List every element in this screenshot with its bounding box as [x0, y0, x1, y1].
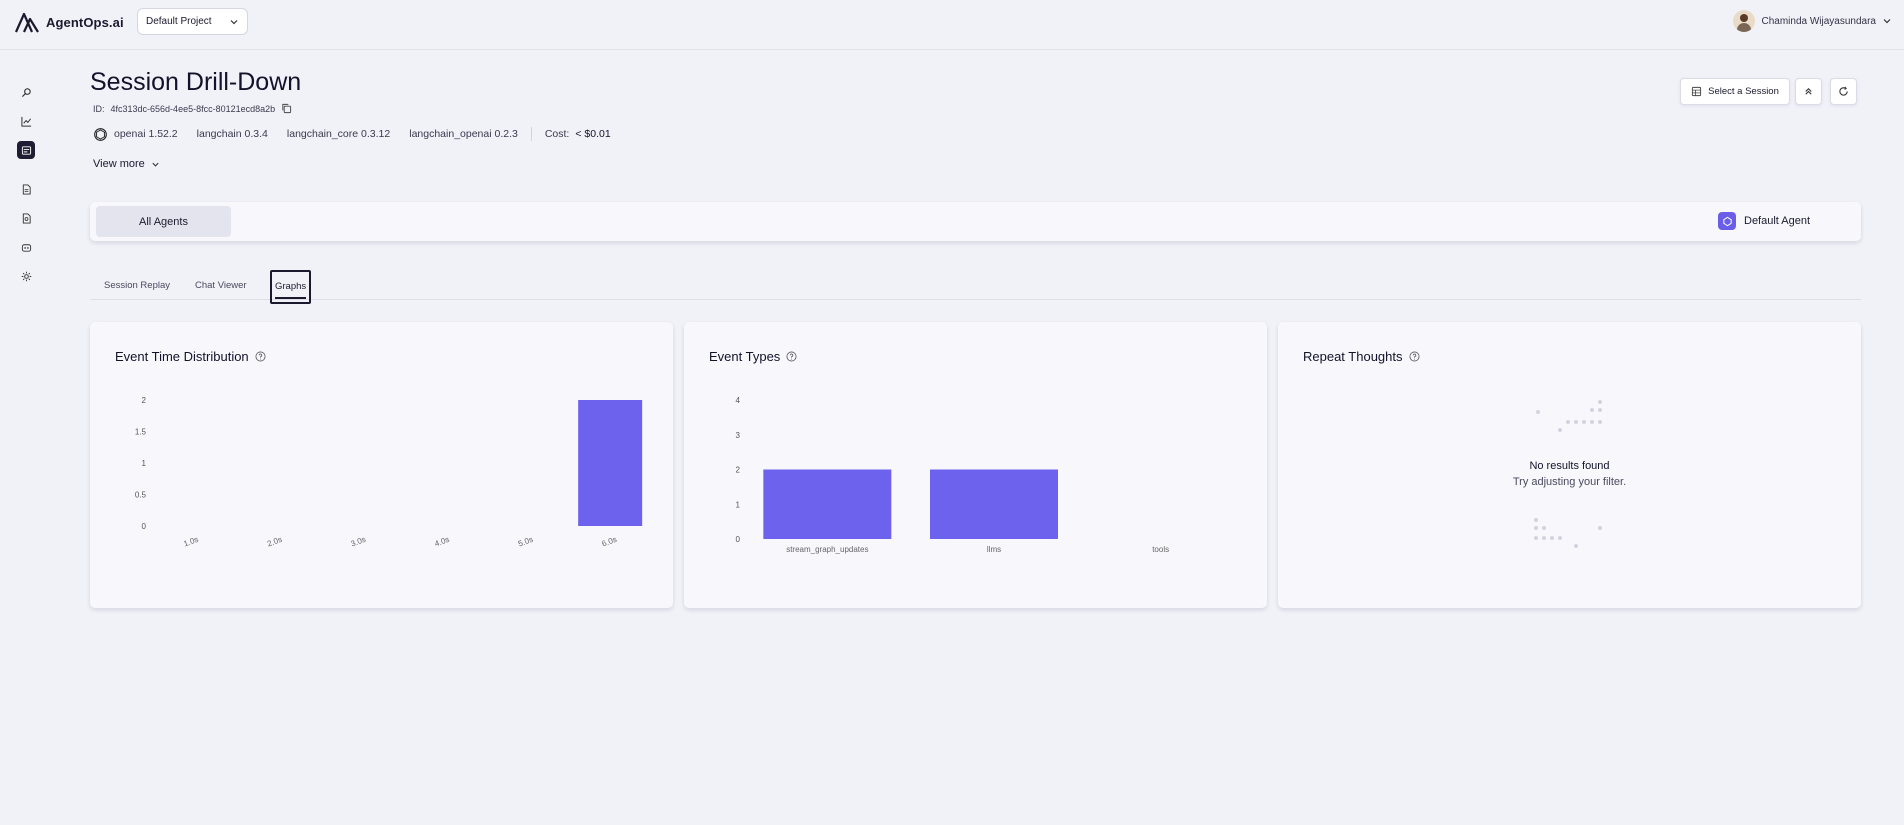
- sidebar-item-analytics[interactable]: [17, 112, 35, 130]
- x-tick-label: 5.0s: [517, 535, 534, 549]
- tab-chat-viewer[interactable]: Chat Viewer: [195, 280, 247, 291]
- avatar: [1733, 10, 1756, 32]
- y-tick-label: 1: [142, 459, 147, 468]
- cost-label: Cost:: [544, 128, 570, 140]
- top-bar: AgentOps.ai Default Project Chaminda Wij…: [0, 0, 1904, 50]
- package-openai: openai 1.52.2: [114, 128, 178, 140]
- view-more-toggle[interactable]: View more: [93, 158, 160, 170]
- event-time-distribution-card: Event Time Distribution 0 0.5 1 1.5 2 1.0s 2.0…: [90, 322, 673, 608]
- logo[interactable]: AgentOps.ai: [14, 10, 124, 34]
- bar[interactable]: [930, 469, 1058, 540]
- sidebar-item-agents[interactable]: [17, 238, 35, 256]
- event-types-chart: 0 1 2 3 4 stream_graph_updates llms tools: [736, 396, 1170, 554]
- repeat-thoughts-card: Repeat Thoughts No results found Try adj…: [1278, 322, 1861, 608]
- chevron-down-icon: [152, 162, 159, 167]
- divider: [530, 127, 532, 141]
- table-icon: [1692, 86, 1702, 97]
- logo-text: AgentOps.ai: [46, 14, 124, 30]
- project-select[interactable]: Default Project: [137, 8, 248, 35]
- document-search-icon: [22, 212, 31, 224]
- package-langchain-core: langchain_core 0.3.12: [286, 128, 391, 140]
- all-agents-button[interactable]: All Agents: [96, 206, 231, 237]
- repeat-thoughts-title: Repeat Thoughts: [1303, 349, 1403, 364]
- gear-icon: [21, 271, 31, 281]
- sidebar: [0, 50, 54, 825]
- y-tick-label: 2: [736, 466, 741, 475]
- x-tick-label: 1.0s: [182, 535, 199, 549]
- y-tick-label: 3: [736, 431, 741, 440]
- sidebar-item-docs[interactable]: [17, 180, 35, 198]
- cost-value: < $0.01: [575, 128, 611, 140]
- collapse-button[interactable]: [1795, 78, 1822, 105]
- tab-graphs[interactable]: Graphs: [270, 270, 312, 304]
- tab-bar: Session Replay Chat Viewer Graphs: [90, 270, 1861, 304]
- sessions-icon: [21, 145, 31, 155]
- default-agent-button[interactable]: Default Agent: [1718, 212, 1810, 230]
- x-tick-label: 6.0s: [601, 535, 618, 549]
- y-tick-label: 0: [736, 535, 741, 544]
- chevrons-up-icon: [1805, 87, 1812, 95]
- y-tick-label: 4: [736, 396, 741, 405]
- chevron-down-icon: [230, 19, 238, 24]
- y-tick-label: 0.5: [135, 491, 147, 500]
- agent-icon: [1722, 216, 1732, 226]
- y-tick-label: 1: [736, 500, 741, 509]
- robot-icon: [21, 243, 31, 252]
- x-tick-label: tools: [1152, 545, 1169, 554]
- sidebar-item-search[interactable]: [17, 83, 35, 101]
- chevron-down-icon: [1883, 19, 1891, 24]
- help-circle-icon[interactable]: [1409, 351, 1420, 362]
- openai-icon: [94, 127, 107, 141]
- session-id-value: 4fc313dc-656d-4ee5-8fcc-80121ecd8a2b: [110, 103, 276, 114]
- sidebar-item-settings[interactable]: [17, 267, 35, 285]
- user-menu[interactable]: Chaminda Wijayasundara: [1733, 10, 1892, 32]
- session-id-label: ID:: [93, 103, 105, 114]
- package-versions: openai 1.52.2 langchain 0.3.4 langchain_…: [93, 126, 611, 142]
- user-name: Chaminda Wijayasundara: [1761, 15, 1876, 27]
- package-langchain: langchain 0.3.4: [196, 128, 268, 140]
- tab-session-replay[interactable]: Session Replay: [104, 280, 170, 291]
- select-session-button[interactable]: Select a Session: [1680, 78, 1790, 105]
- agent-badge: [1718, 212, 1736, 230]
- agents-bar: All Agents Default Agent: [90, 202, 1861, 241]
- sidebar-item-doc-search[interactable]: [17, 209, 35, 227]
- y-tick-label: 2: [142, 396, 147, 405]
- default-agent-label: Default Agent: [1744, 215, 1811, 227]
- event-time-distribution-chart: 0 0.5 1 1.5 2 1.0s 2.0s 3.0s 4.0s 5.0s 6.0s: [135, 396, 643, 549]
- view-more-label: View more: [93, 158, 145, 170]
- x-tick-label: stream_graph_updates: [786, 545, 868, 554]
- select-session-label: Select a Session: [1708, 86, 1779, 97]
- x-tick-label: 2.0s: [266, 535, 283, 549]
- empty-state-subtitle: Try adjusting your filter.: [1512, 476, 1627, 488]
- x-tick-label: llms: [987, 545, 1001, 554]
- bar[interactable]: [763, 469, 892, 540]
- session-id-row: ID: 4fc313dc-656d-4ee5-8fcc-80121ecd8a2b: [93, 103, 292, 114]
- empty-state-title: No results found: [1529, 460, 1610, 472]
- chart-line-icon: [20, 116, 31, 127]
- agentops-logo-icon: [14, 12, 39, 33]
- package-langchain-openai: langchain_openai 0.2.3: [409, 128, 518, 140]
- x-tick-label: 4.0s: [433, 535, 450, 549]
- sidebar-item-sessions[interactable]: [17, 141, 35, 159]
- search-icon: [21, 87, 31, 97]
- event-types-card: Event Types 0 1 2 3 4 stream_graph_updates llm…: [684, 322, 1267, 608]
- card-title: Repeat Thoughts: [1303, 349, 1420, 364]
- refresh-icon: [1839, 86, 1848, 96]
- copy-icon[interactable]: [281, 103, 292, 114]
- bar[interactable]: [578, 400, 643, 526]
- document-icon: [22, 183, 31, 195]
- y-tick-label: 1.5: [135, 428, 147, 437]
- page-title: Session Drill-Down: [90, 68, 302, 96]
- project-select-value: Default Project: [146, 16, 212, 27]
- x-tick-label: 3.0s: [350, 535, 367, 549]
- y-tick-label: 0: [142, 522, 147, 531]
- refresh-button[interactable]: [1830, 78, 1857, 105]
